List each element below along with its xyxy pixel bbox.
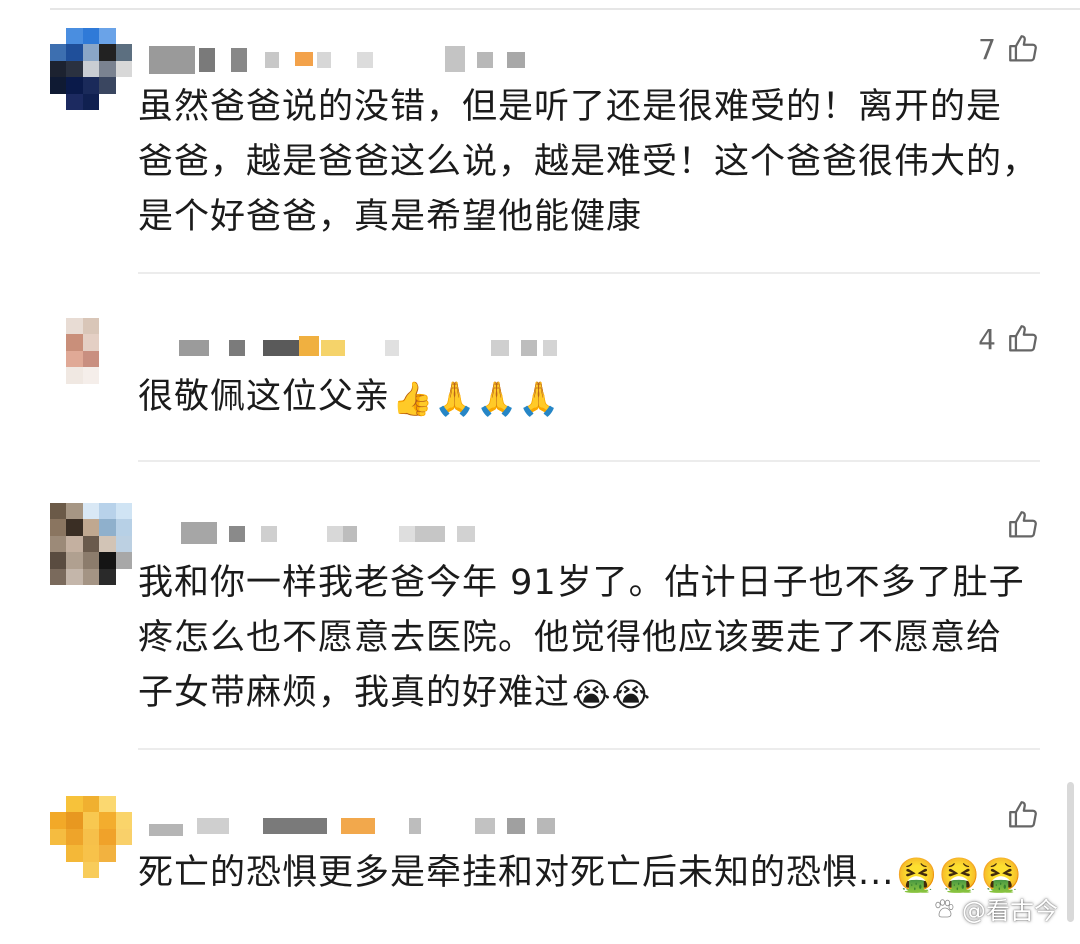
- crying-face-emoji: 😭😭: [572, 675, 652, 714]
- comment-line: 是个好爸爸，真是希望他能健康: [138, 197, 643, 237]
- like-count: 4: [978, 322, 996, 356]
- username-blurred[interactable]: [145, 806, 585, 846]
- watermark-text: @看古今: [962, 897, 1058, 925]
- avatar[interactable]: [50, 796, 132, 878]
- comment-text: 我和你一样我老爸今年 91岁了。估计日子也不多了肚子 疼怎么也不愿意去医院。他觉…: [138, 556, 1040, 722]
- comment-line: 子女带麻烦，我真的好难过😭😭: [138, 666, 1040, 722]
- comment-line-text: 死亡的恐惧更多是牵挂和对死亡后未知的恐惧...: [138, 853, 895, 893]
- comment-line-text: 很敬佩这位父亲: [138, 377, 391, 417]
- username-blurred[interactable]: [145, 514, 585, 554]
- divider: [138, 460, 1040, 462]
- divider: [138, 748, 1040, 750]
- comment-line-text: 子女带麻烦，我真的好难过: [138, 673, 571, 713]
- avatar[interactable]: [50, 318, 132, 400]
- like-button[interactable]: 7: [978, 32, 1040, 66]
- comment-text: 死亡的恐惧更多是牵挂和对死亡后未知的恐惧...🤮🤮🤮: [138, 846, 1040, 902]
- like-count: 7: [978, 32, 996, 66]
- comment-text: 很敬佩这位父亲👍🙏🙏🙏: [138, 370, 1040, 426]
- avatar[interactable]: [50, 503, 132, 585]
- comment-line: 疼怎么也不愿意去医院。他觉得他应该要走了不愿意给: [138, 618, 1003, 658]
- comment-line: 我和你一样我老爸今年 91岁了。估计日子也不多了肚子: [138, 563, 1025, 603]
- comment-feed: 7 虽然爸爸说的没错，但是听了还是很难受的！离开的是 爸爸，越是爸爸这么说，越是…: [0, 0, 1080, 944]
- like-button[interactable]: [996, 508, 1040, 542]
- username-blurred[interactable]: [145, 40, 585, 80]
- watermark: @看古今: [932, 891, 1058, 926]
- comment-text: 虽然爸爸说的没错，但是听了还是很难受的！离开的是 爸爸，越是爸爸这么说，越是难受…: [138, 80, 1040, 245]
- avatar[interactable]: [50, 28, 132, 110]
- thumbs-up-icon: [1009, 511, 1037, 538]
- comment-line: 爸爸，越是爸爸这么说，越是难受！这个爸爸很伟大的，: [138, 142, 1039, 182]
- top-divider: [50, 8, 1080, 10]
- comment-line: 虽然爸爸说的没错，但是听了还是很难受的！离开的是: [138, 87, 1003, 127]
- username-blurred[interactable]: [145, 328, 585, 368]
- comment-line: 死亡的恐惧更多是牵挂和对死亡后未知的恐惧...🤮🤮🤮: [138, 846, 1040, 902]
- scrollbar[interactable]: [1067, 782, 1074, 922]
- divider: [138, 272, 1040, 274]
- thumbs-up-icon: [1009, 35, 1037, 62]
- comment-line: 很敬佩这位父亲👍🙏🙏🙏: [138, 370, 1040, 426]
- thumbs-up-icon: [1009, 801, 1037, 828]
- thumbs-up-icon: [1009, 325, 1037, 352]
- like-button[interactable]: [996, 798, 1040, 832]
- thumbs-up-and-folded-hands-emoji: 👍🙏🙏🙏: [392, 379, 561, 418]
- like-button[interactable]: 4: [978, 322, 1040, 356]
- paw-icon: [935, 898, 954, 917]
